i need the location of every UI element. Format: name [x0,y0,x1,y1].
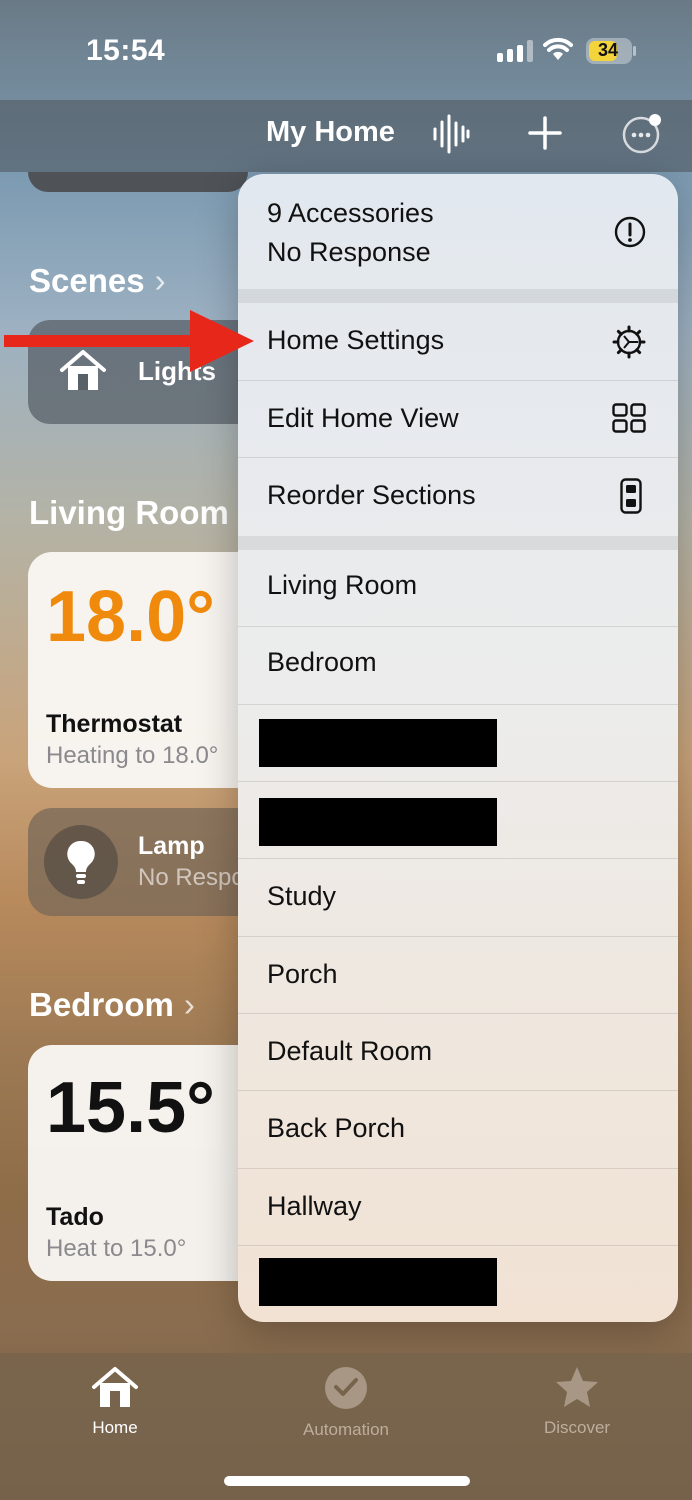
lamp-tile[interactable]: Lamp No Response [28,808,283,916]
lightbulb-icon [67,840,95,884]
status-time: 15:54 [86,34,166,67]
scenes-header[interactable]: Scenes › [29,262,166,300]
nav-bar: My Home [0,100,692,172]
star-icon [556,1367,598,1407]
alert-line-2: No Response [267,237,431,267]
redaction-box [259,719,497,767]
menu-item-reorder-sections[interactable]: Reorder Sections [238,458,678,536]
menu-item-room[interactable]: Default Room [238,1014,678,1091]
tab-discover-label: Discover [543,1418,611,1437]
thermostat-temperature: 18.0° [46,577,215,657]
room-label: Living Room [267,570,418,600]
menu-item-room[interactable]: Study [238,859,678,937]
menu-item-room[interactable]: Porch [238,937,678,1014]
exclamation-circle-icon [614,216,646,248]
tab-home[interactable]: Home [35,1365,195,1438]
menu-item-accessories-no-response[interactable]: 9 Accessories No Response [238,174,678,289]
menu-item-edit-home-view[interactable]: Edit Home View [238,381,678,458]
tado-status: Heat to 15.0° [46,1235,187,1262]
grid-icon [612,403,646,433]
more-icon[interactable] [620,112,664,156]
tab-automation-label: Automation [303,1420,389,1439]
room-label: Study [267,881,337,911]
thermostat-tile[interactable]: 18.0° Thermostat Heating to 18.0° [28,552,268,788]
home-title[interactable]: My Home [266,116,395,149]
clock-check-icon [325,1367,367,1409]
edit-home-view-label: Edit Home View [267,403,459,433]
house-icon [92,1367,138,1407]
chevron-right-icon: › [183,986,195,1023]
waveform-icon[interactable] [432,114,470,154]
gear-icon [612,325,646,359]
battery-level: 34 [597,40,619,60]
menu-item-room[interactable]: Back Porch [238,1091,678,1169]
tab-home-label: Home [92,1418,138,1437]
menu-item-room[interactable]: Living Room [238,550,678,627]
room-label: Bedroom [267,647,377,677]
room-label: Hallway [267,1191,362,1221]
home-settings-label: Home Settings [267,325,445,355]
battery-icon: 34 [586,38,632,64]
redaction-box [259,1258,497,1306]
room-label: Porch [267,959,338,989]
alert-line-1: 9 Accessories [267,198,434,228]
cellular-signal-icon [497,40,533,62]
tado-temperature: 15.5° [46,1068,215,1148]
red-arrow-annotation [4,310,254,372]
living-room-header[interactable]: Living Room [29,494,229,532]
reorder-sections-label: Reorder Sections [267,480,476,510]
thermostat-status: Heating to 18.0° [46,742,219,769]
menu-item-home-settings[interactable]: Home Settings [238,303,678,381]
lamp-name: Lamp [138,832,205,860]
home-menu: 9 Accessories No Response Home Settings … [238,174,678,1322]
camera-tile-edge [28,172,248,192]
chevron-right-icon: › [154,262,166,299]
menu-item-room-redacted[interactable] [238,705,678,782]
status-bar: 15:54 34 [0,0,692,100]
reorder-icon [620,478,642,514]
plus-icon[interactable] [528,116,562,150]
tado-name: Tado [46,1203,104,1231]
room-label: Back Porch [267,1113,406,1143]
redaction-box [259,798,497,846]
room-label: Default Room [267,1036,433,1066]
tab-discover[interactable]: Discover [497,1365,657,1438]
menu-item-room[interactable]: Hallway [238,1169,678,1246]
menu-item-room-redacted[interactable] [238,782,678,859]
wifi-icon [543,37,573,60]
tado-tile[interactable]: 15.5° Tado Heat to 15.0° [28,1045,268,1281]
thermostat-name: Thermostat [46,710,183,738]
bedroom-header[interactable]: Bedroom › [29,986,195,1024]
home-indicator [224,1476,470,1486]
tab-automation[interactable]: Automation [266,1365,426,1440]
menu-item-room-redacted[interactable] [238,1246,678,1322]
menu-item-room[interactable]: Bedroom [238,627,678,705]
